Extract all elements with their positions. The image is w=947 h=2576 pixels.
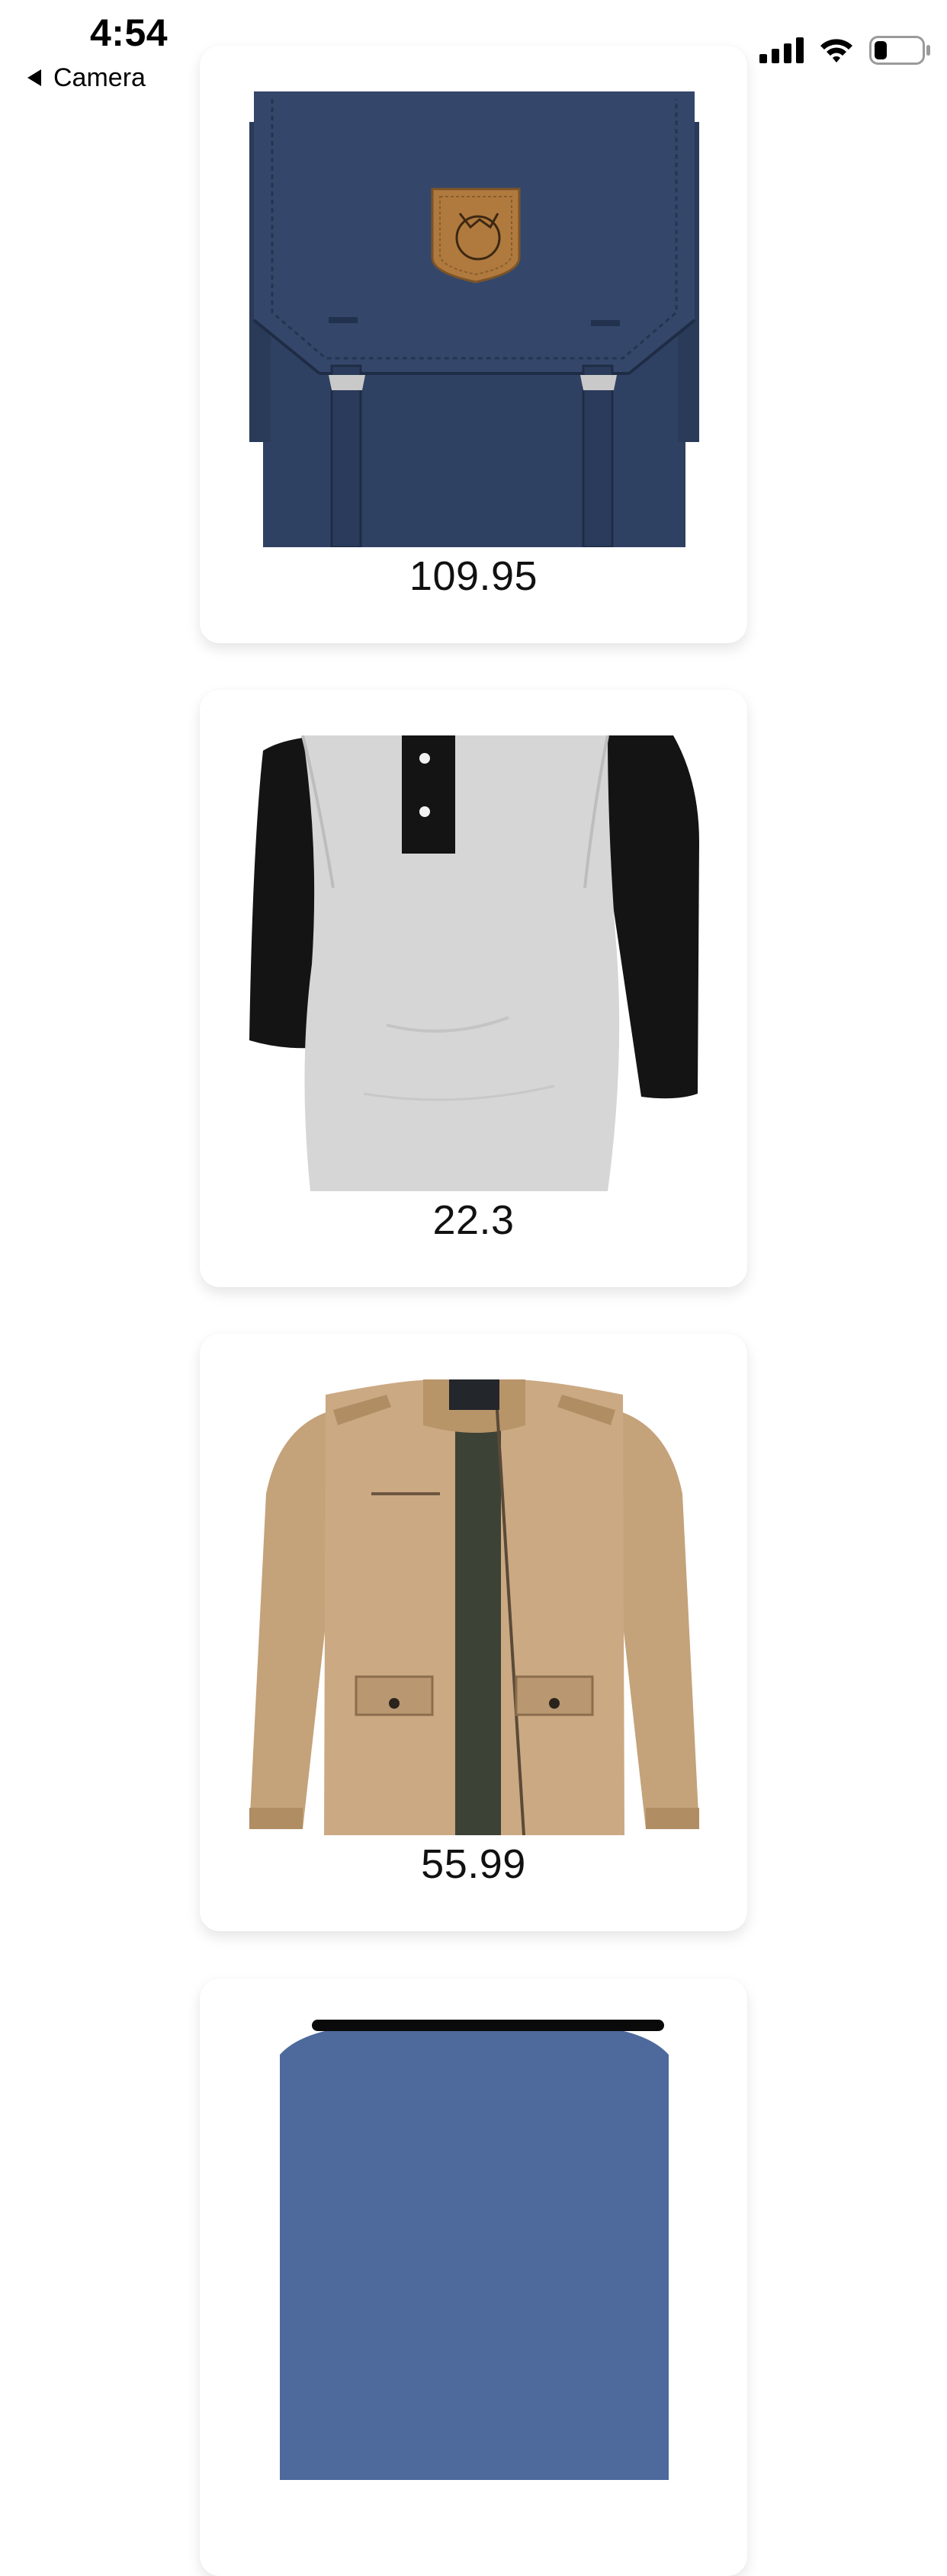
product-price: 22.3 bbox=[432, 1197, 515, 1243]
status-icons bbox=[759, 35, 930, 69]
status-time: 4:54 bbox=[90, 11, 169, 54]
cellular-signal-icon bbox=[759, 37, 804, 67]
product-price: 109.95 bbox=[409, 553, 538, 599]
product-price: 55.99 bbox=[421, 1841, 526, 1887]
product-card[interactable]: 22.3 bbox=[200, 690, 747, 1287]
wifi-icon bbox=[819, 37, 854, 67]
back-label: Camera bbox=[53, 62, 146, 92]
home-indicator[interactable] bbox=[312, 2020, 664, 2031]
product-card[interactable]: 109.95 bbox=[200, 46, 747, 643]
product-card[interactable]: 55.99 bbox=[200, 1334, 747, 1931]
navy-backpack-image bbox=[249, 91, 699, 547]
product-card[interactable] bbox=[200, 1978, 747, 2576]
battery-icon bbox=[869, 35, 930, 69]
back-to-camera-button[interactable]: Camera bbox=[27, 61, 146, 95]
back-arrow-icon bbox=[27, 69, 41, 86]
raglan-henley-shirt-image bbox=[249, 735, 699, 1191]
khaki-jacket-image bbox=[249, 1379, 699, 1835]
blue-product-image bbox=[249, 2024, 699, 2480]
